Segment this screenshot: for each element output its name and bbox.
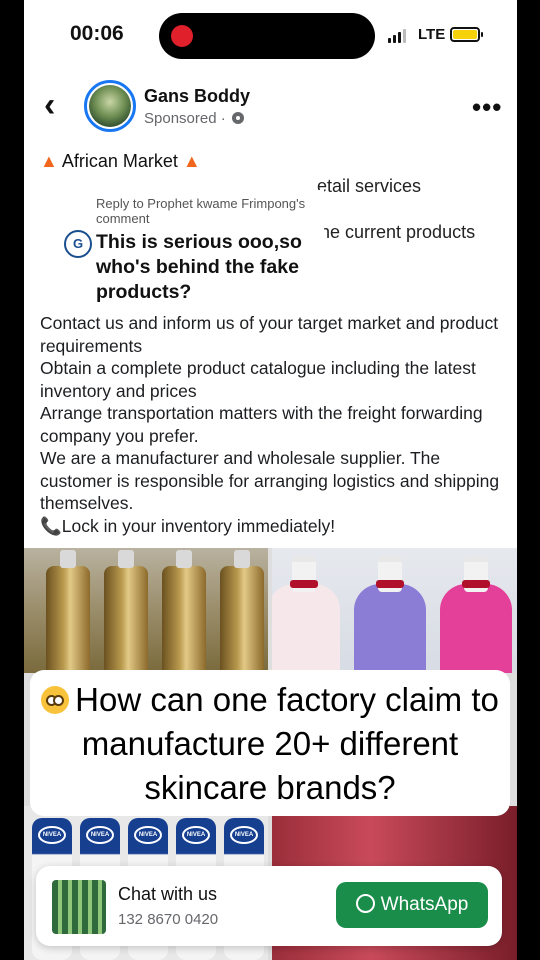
product-image-gold-bottles[interactable] xyxy=(24,548,268,673)
whatsapp-button-label: WhatsApp xyxy=(380,894,469,915)
post-title-text: African Market xyxy=(61,151,178,171)
battery-icon xyxy=(450,27,483,42)
more-options-icon[interactable]: ••• xyxy=(472,92,502,123)
author-avatar[interactable] xyxy=(84,80,136,132)
status-bar: 00:06 LTE xyxy=(24,0,517,70)
chat-phone-number: 132 8670 0420 xyxy=(118,911,219,928)
post-header: ‹ Gans Boddy Sponsored · ••• xyxy=(24,70,517,146)
gear-icon xyxy=(231,112,244,124)
description-line: We are a manufacturer and wholesale supp… xyxy=(40,448,500,513)
description-line: Arrange transportation matters with the … xyxy=(40,403,483,446)
flushed-face-icon xyxy=(41,686,70,714)
chat-bar[interactable]: Chat with us 132 8670 0420 WhatsApp xyxy=(36,866,502,946)
back-arrow-icon[interactable]: ‹ xyxy=(44,88,55,122)
reply-text: This is serious ooo,so who's behind the … xyxy=(96,231,302,303)
commenter-avatar: G xyxy=(64,230,92,258)
chat-thumbnail xyxy=(52,880,106,934)
chat-label: Chat with us xyxy=(118,884,218,904)
sponsored-text: Sponsored · xyxy=(144,110,226,127)
dynamic-island xyxy=(159,13,375,59)
description-line: Contact us and inform us of your target … xyxy=(40,313,499,356)
description-line: Obtain a complete product catalogue incl… xyxy=(40,358,476,401)
whatsapp-button[interactable]: WhatsApp xyxy=(336,882,488,928)
partial-text-products: the current products xyxy=(315,222,476,242)
post-title: ▲ African Market ▲ xyxy=(40,151,201,172)
description-line: 📞Lock in your inventory immediately! xyxy=(40,515,336,536)
comment-reply-bubble[interactable]: Reply to Prophet kwame Frimpong's commen… xyxy=(64,190,324,310)
overlay-question: How can one factory claim to manufacture… xyxy=(30,670,510,816)
signal-icon xyxy=(388,27,406,43)
fire-icon: ▲ xyxy=(182,151,201,171)
author-name[interactable]: Gans Boddy xyxy=(144,86,250,107)
network-label: LTE xyxy=(418,26,446,43)
overlay-question-text: How can one factory claim to manufacture… xyxy=(75,681,499,806)
post-description: Contact us and inform us of your target … xyxy=(40,312,500,537)
product-image-lotion-pumps[interactable] xyxy=(272,548,517,673)
reply-to-label: Reply to Prophet kwame Frimpong's commen… xyxy=(96,196,306,226)
whatsapp-icon xyxy=(355,894,375,913)
fire-icon: ▲ xyxy=(40,151,58,171)
recording-indicator-icon xyxy=(171,25,193,47)
screen: 00:06 LTE ‹ Gans Boddy Sponsored · ••• ▲… xyxy=(24,0,517,960)
status-time: 00:06 xyxy=(70,22,124,45)
partial-text-retail: etail services xyxy=(317,176,422,196)
sponsored-label: Sponsored · xyxy=(144,110,244,127)
